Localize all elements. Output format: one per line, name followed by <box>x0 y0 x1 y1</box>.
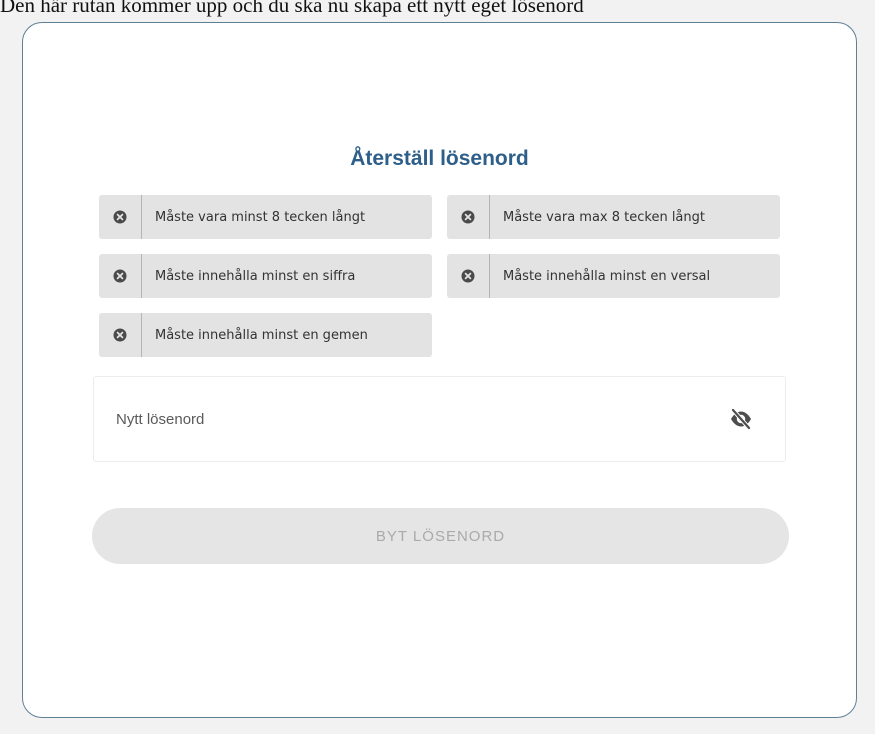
eye-slash-icon[interactable] <box>729 407 753 431</box>
intro-text: Den här rutan kommer upp och du ska nu s… <box>0 0 584 17</box>
new-password-field <box>93 376 786 462</box>
requirement-label: Måste vara minst 8 tecken långt <box>155 209 366 225</box>
x-circle-icon <box>99 195 142 239</box>
new-password-input[interactable] <box>94 377 785 461</box>
requirement-min-length: Måste vara minst 8 tecken långt <box>99 195 432 239</box>
requirement-uppercase: Måste innehålla minst en versal <box>447 254 780 298</box>
page: Den här rutan kommer upp och du ska nu s… <box>0 0 875 734</box>
requirement-lowercase: Måste innehålla minst en gemen <box>99 313 432 357</box>
reset-password-card: Återställ lösenord Måste vara minst 8 te… <box>22 22 857 718</box>
page-title: Återställ lösenord <box>350 147 529 170</box>
x-circle-icon <box>99 254 142 298</box>
change-password-button[interactable]: BYT LÖSENORD <box>92 508 789 564</box>
x-circle-icon <box>99 313 142 357</box>
requirement-max-length: Måste vara max 8 tecken långt <box>447 195 780 239</box>
x-circle-icon <box>447 254 490 298</box>
requirement-digit: Måste innehålla minst en siffra <box>99 254 432 298</box>
requirement-label: Måste innehålla minst en gemen <box>155 327 368 343</box>
requirement-label: Måste vara max 8 tecken långt <box>503 209 705 225</box>
x-circle-icon <box>447 195 490 239</box>
requirement-label: Måste innehålla minst en siffra <box>155 268 356 284</box>
requirement-label: Måste innehålla minst en versal <box>503 268 711 284</box>
